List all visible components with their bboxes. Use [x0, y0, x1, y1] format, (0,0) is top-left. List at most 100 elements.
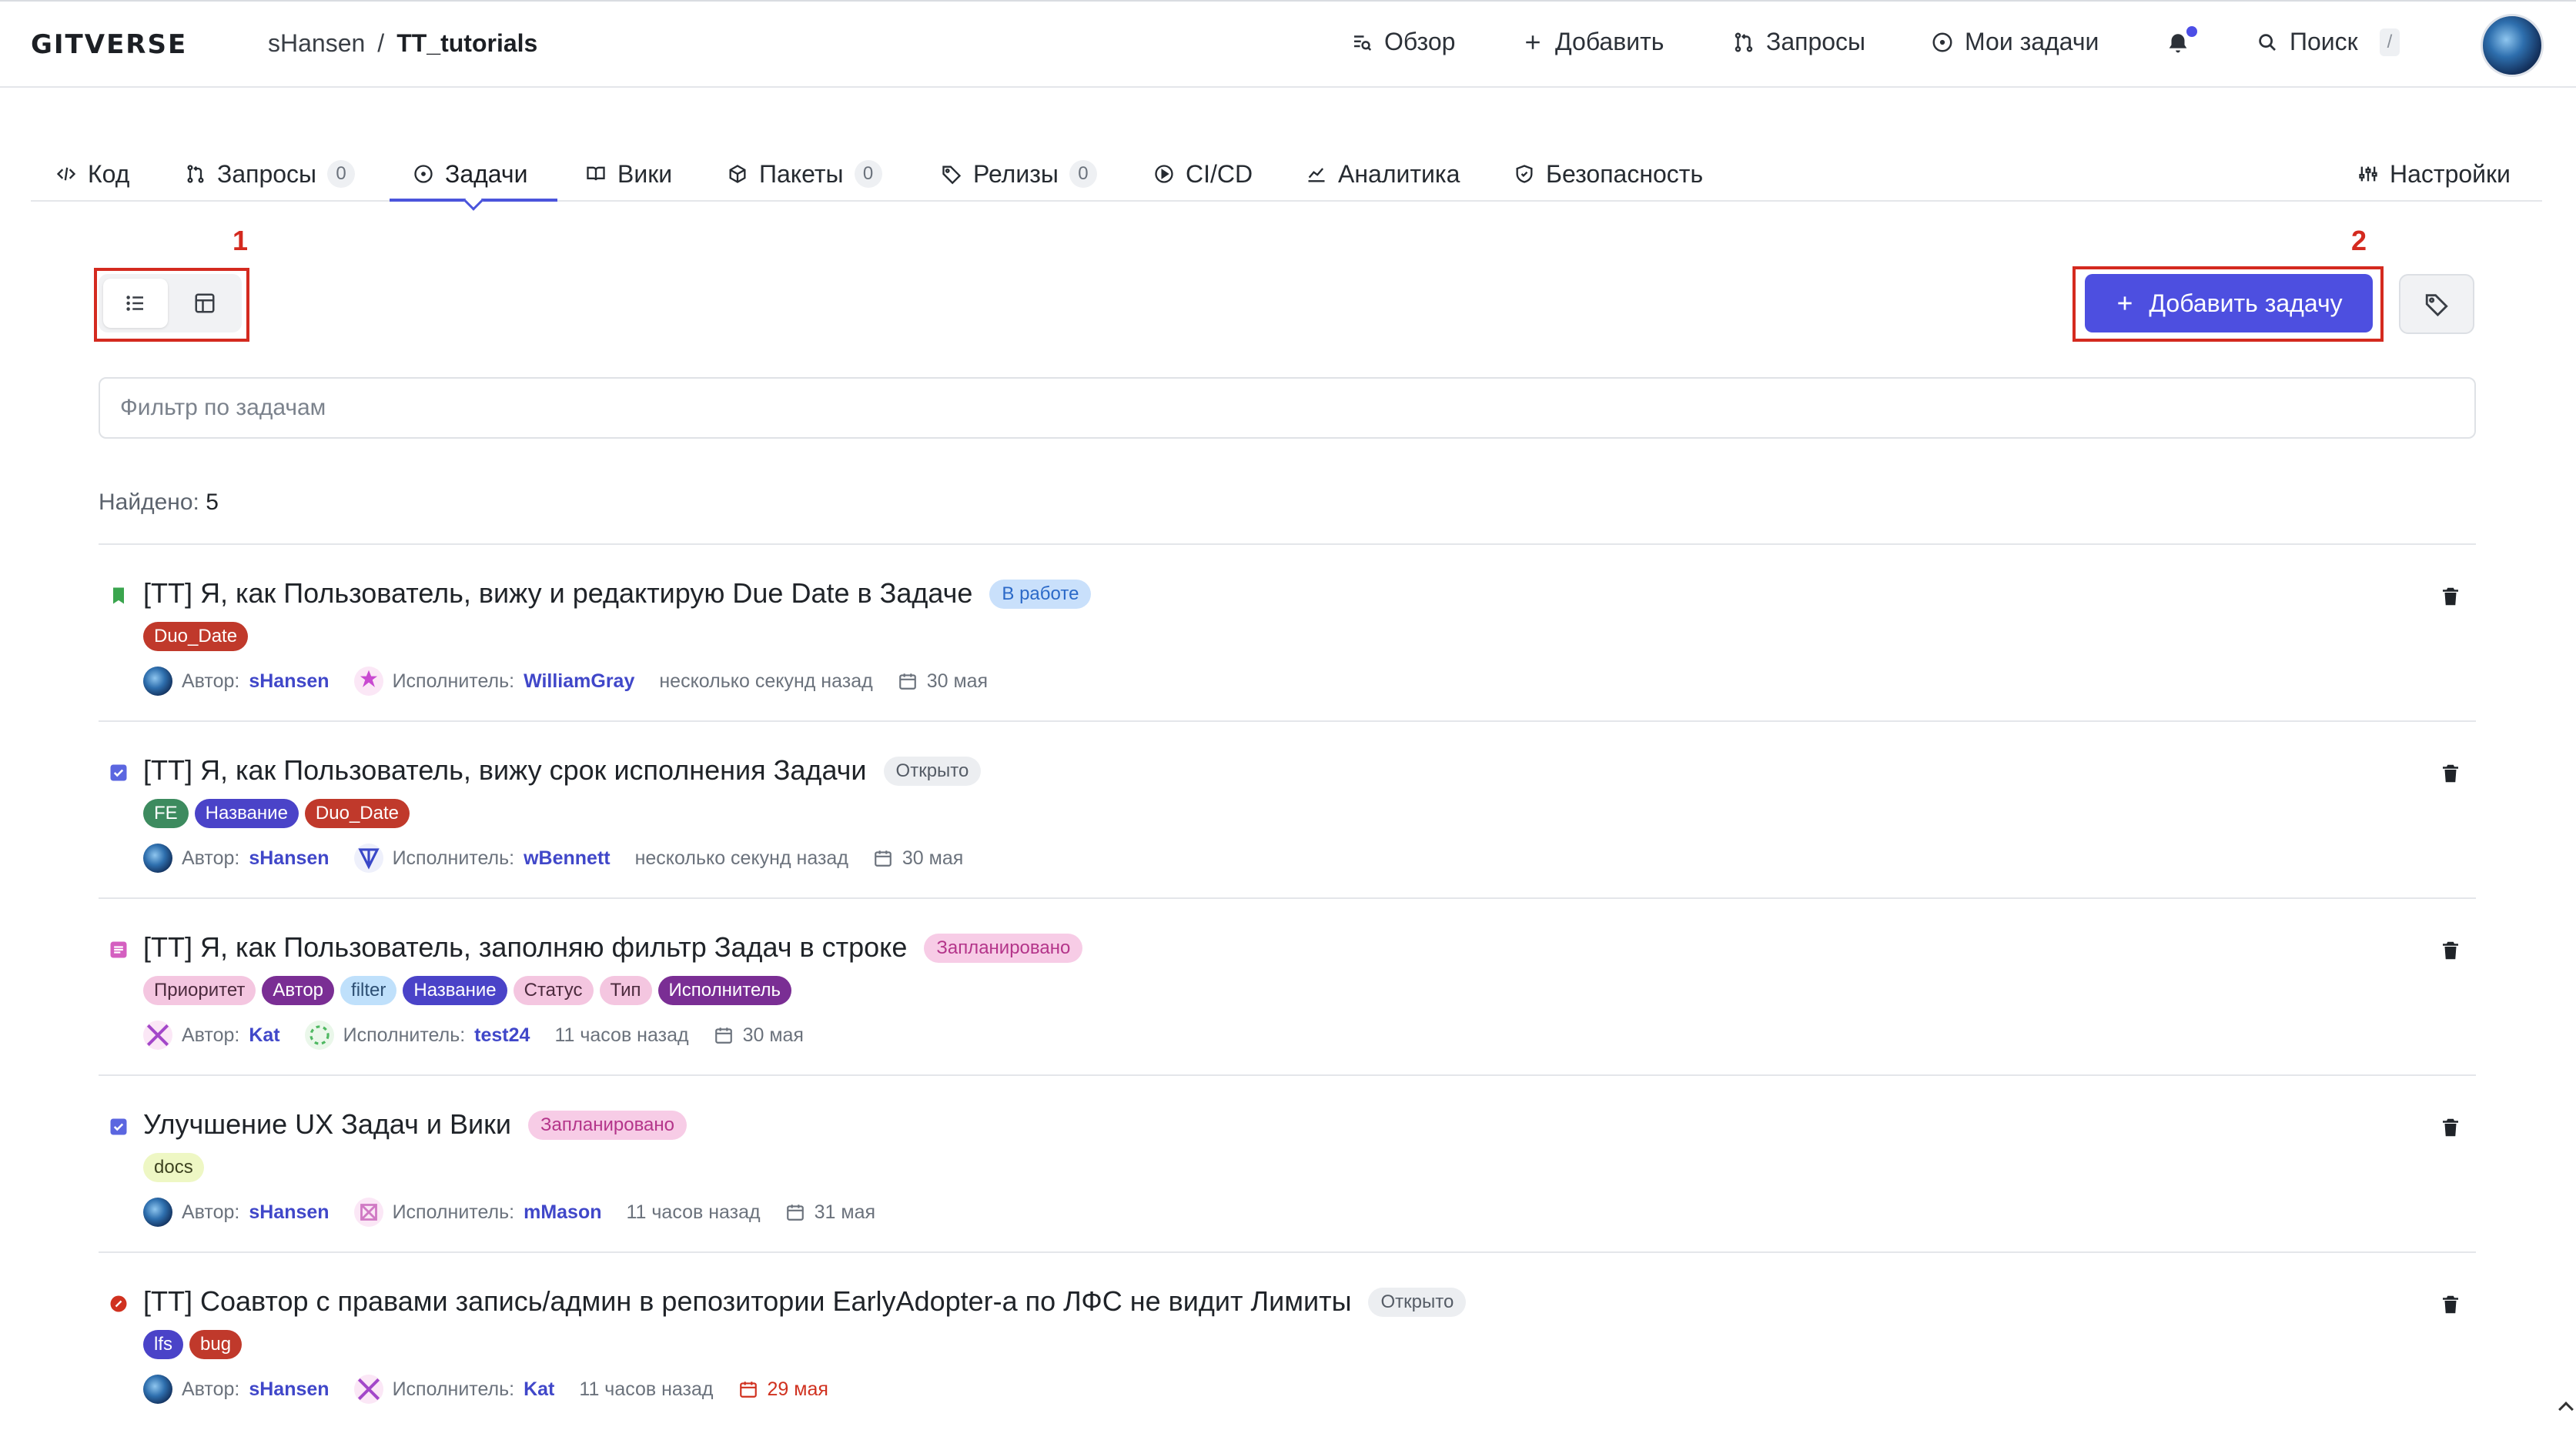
tab-security-label: Безопасность [1546, 159, 1704, 188]
issue-label[interactable]: Duo_Date [304, 799, 410, 828]
issue-title[interactable]: Улучшение UX Задач и Вики [143, 1108, 511, 1140]
nav-overview[interactable]: Обзор [1350, 28, 1455, 56]
issue-meta: Автор: sHansen Исполнитель: mMason 11 ча… [143, 1198, 875, 1227]
issue-icon [1932, 32, 1952, 52]
issue-label[interactable]: lfs [143, 1330, 183, 1359]
tab-security[interactable]: Безопасность [1514, 152, 1703, 195]
author-avatar [143, 1021, 172, 1050]
nav-requests[interactable]: Запросы [1732, 28, 1865, 56]
filter-input[interactable] [99, 377, 2476, 439]
assignee-avatar [304, 1021, 334, 1050]
sliders-icon [2359, 166, 2377, 182]
tab-issues[interactable]: Задачи [413, 152, 527, 195]
issue-labels: Duo_Date [143, 622, 249, 651]
add-task-button[interactable]: Добавить задачу [2085, 274, 2373, 332]
issue-time: 11 часов назад [554, 1024, 689, 1046]
assignee-label: Исполнитель: [392, 1378, 515, 1400]
issue-label[interactable]: Исполнитель [657, 976, 792, 1005]
tab-releases-count: 0 [1069, 160, 1097, 188]
pull-request-icon [187, 165, 204, 183]
calendar-icon [714, 1027, 732, 1044]
author-link[interactable]: sHansen [249, 1378, 329, 1401]
author-avatar [143, 667, 172, 696]
tab-packages-count: 0 [854, 160, 882, 188]
trash-icon[interactable] [2439, 1291, 2462, 1318]
assignee-avatar [353, 667, 383, 696]
issue-label[interactable]: Приоритет [143, 976, 256, 1005]
issue-title[interactable]: [TT] Соавтор с правами запись/админ в ре… [143, 1285, 1351, 1317]
scroll-up-caret[interactable] [2558, 1402, 2574, 1417]
trash-icon[interactable] [2439, 583, 2462, 610]
issue-label[interactable]: bug [189, 1330, 243, 1359]
issue-title[interactable]: [TT] Я, как Пользователь, заполняю фильт… [143, 931, 907, 963]
trash-icon[interactable] [2439, 1114, 2462, 1141]
found-number: 5 [206, 489, 219, 515]
assignee-label: Исполнитель: [392, 670, 515, 692]
calendar-icon [875, 850, 892, 867]
breadcrumb-repo[interactable]: TT_tutorials [396, 29, 537, 58]
issue-label[interactable]: Тип [599, 976, 652, 1005]
tab-releases[interactable]: Релизы 0 [941, 152, 1097, 195]
issue-label[interactable]: Duo_Date [143, 622, 249, 651]
assignee-link[interactable]: test24 [474, 1024, 530, 1047]
nav-my-tasks[interactable]: Мои задачи [1931, 28, 2099, 56]
gitverse-logo[interactable]: GITVERSE [31, 29, 187, 60]
issue-label[interactable]: filter [340, 976, 397, 1005]
tab-code[interactable]: Код [55, 152, 129, 195]
nav-add[interactable]: Добавить [1521, 28, 1664, 56]
issue-row: [TT] Я, как Пользователь, вижу и редакти… [99, 545, 2476, 722]
tab-requests-count: 0 [327, 160, 356, 188]
calendar-overdue-icon [739, 1382, 757, 1398]
issue-title[interactable]: [TT] Я, как Пользователь, вижу и редакти… [143, 577, 972, 609]
search-shortcut-key: / [2379, 28, 2400, 56]
breadcrumb-owner[interactable]: sHansen [268, 29, 365, 58]
issue-label[interactable]: FE [143, 799, 189, 828]
plus-icon [2118, 296, 2133, 310]
nav-search[interactable]: Поиск / [2256, 28, 2400, 56]
top-header: GITVERSE sHansen / TT_tutorials Обзор До… [0, 0, 2576, 88]
assignee-link[interactable]: mMason [524, 1201, 601, 1224]
issue-label[interactable]: docs [143, 1153, 204, 1182]
trash-icon[interactable] [2439, 937, 2462, 964]
calendar-icon [898, 673, 916, 690]
assignee-link[interactable]: Kat [524, 1378, 554, 1401]
issue-meta: Автор: sHansen Исполнитель: wBennett нес… [143, 844, 963, 873]
author-link[interactable]: sHansen [249, 1201, 329, 1224]
issue-title-line: [TT] Я, как Пользователь, вижу срок испо… [143, 754, 982, 787]
issue-title[interactable]: [TT] Я, как Пользователь, вижу срок испо… [143, 754, 867, 786]
issue-time: 11 часов назад [579, 1378, 714, 1400]
tab-requests[interactable]: Запросы 0 [185, 152, 356, 195]
status-badge: Открыто [883, 757, 982, 786]
tab-issues-label: Задачи [445, 159, 528, 188]
trash-icon[interactable] [2439, 760, 2462, 787]
issue-label[interactable]: Название [194, 799, 299, 828]
nav-requests-label: Запросы [1766, 28, 1866, 55]
issue-label[interactable]: Автор [262, 976, 335, 1005]
board-view-button[interactable] [172, 279, 237, 328]
author-link[interactable]: sHansen [249, 670, 329, 693]
issue-label[interactable]: Статус [513, 976, 594, 1005]
book-icon [587, 166, 605, 181]
author-link[interactable]: Kat [249, 1024, 279, 1047]
issue-labels: FE Название Duo_Date [143, 799, 410, 828]
author-label: Автор: [182, 1024, 240, 1046]
tab-cicd[interactable]: CI/CD [1153, 152, 1253, 195]
tab-settings[interactable]: Настройки [2357, 152, 2511, 195]
issue-meta: Автор: sHansen Исполнитель: Kat 11 часов… [143, 1375, 828, 1404]
author-link[interactable]: sHansen [249, 847, 329, 870]
tab-packages[interactable]: Пакеты 0 [727, 152, 882, 195]
issue-time: 11 часов назад [626, 1201, 761, 1223]
issue-label[interactable]: Название [403, 976, 507, 1005]
list-view-button[interactable] [103, 279, 168, 328]
nav-my-tasks-label: Мои задачи [1965, 28, 2099, 55]
tab-wiki[interactable]: Вики [585, 152, 672, 195]
assignee-link[interactable]: wBennett [524, 847, 611, 870]
assignee-label: Исполнитель: [343, 1024, 466, 1046]
assignee-link[interactable]: WilliamGray [524, 670, 634, 693]
found-count: Найдено: 5 [99, 489, 219, 516]
story-icon [110, 941, 127, 958]
nav-search-label: Поиск [2290, 28, 2358, 55]
user-avatar[interactable] [2481, 14, 2544, 77]
labels-button[interactable] [2399, 274, 2474, 334]
tab-analytics[interactable]: Аналитика [1306, 152, 1460, 195]
